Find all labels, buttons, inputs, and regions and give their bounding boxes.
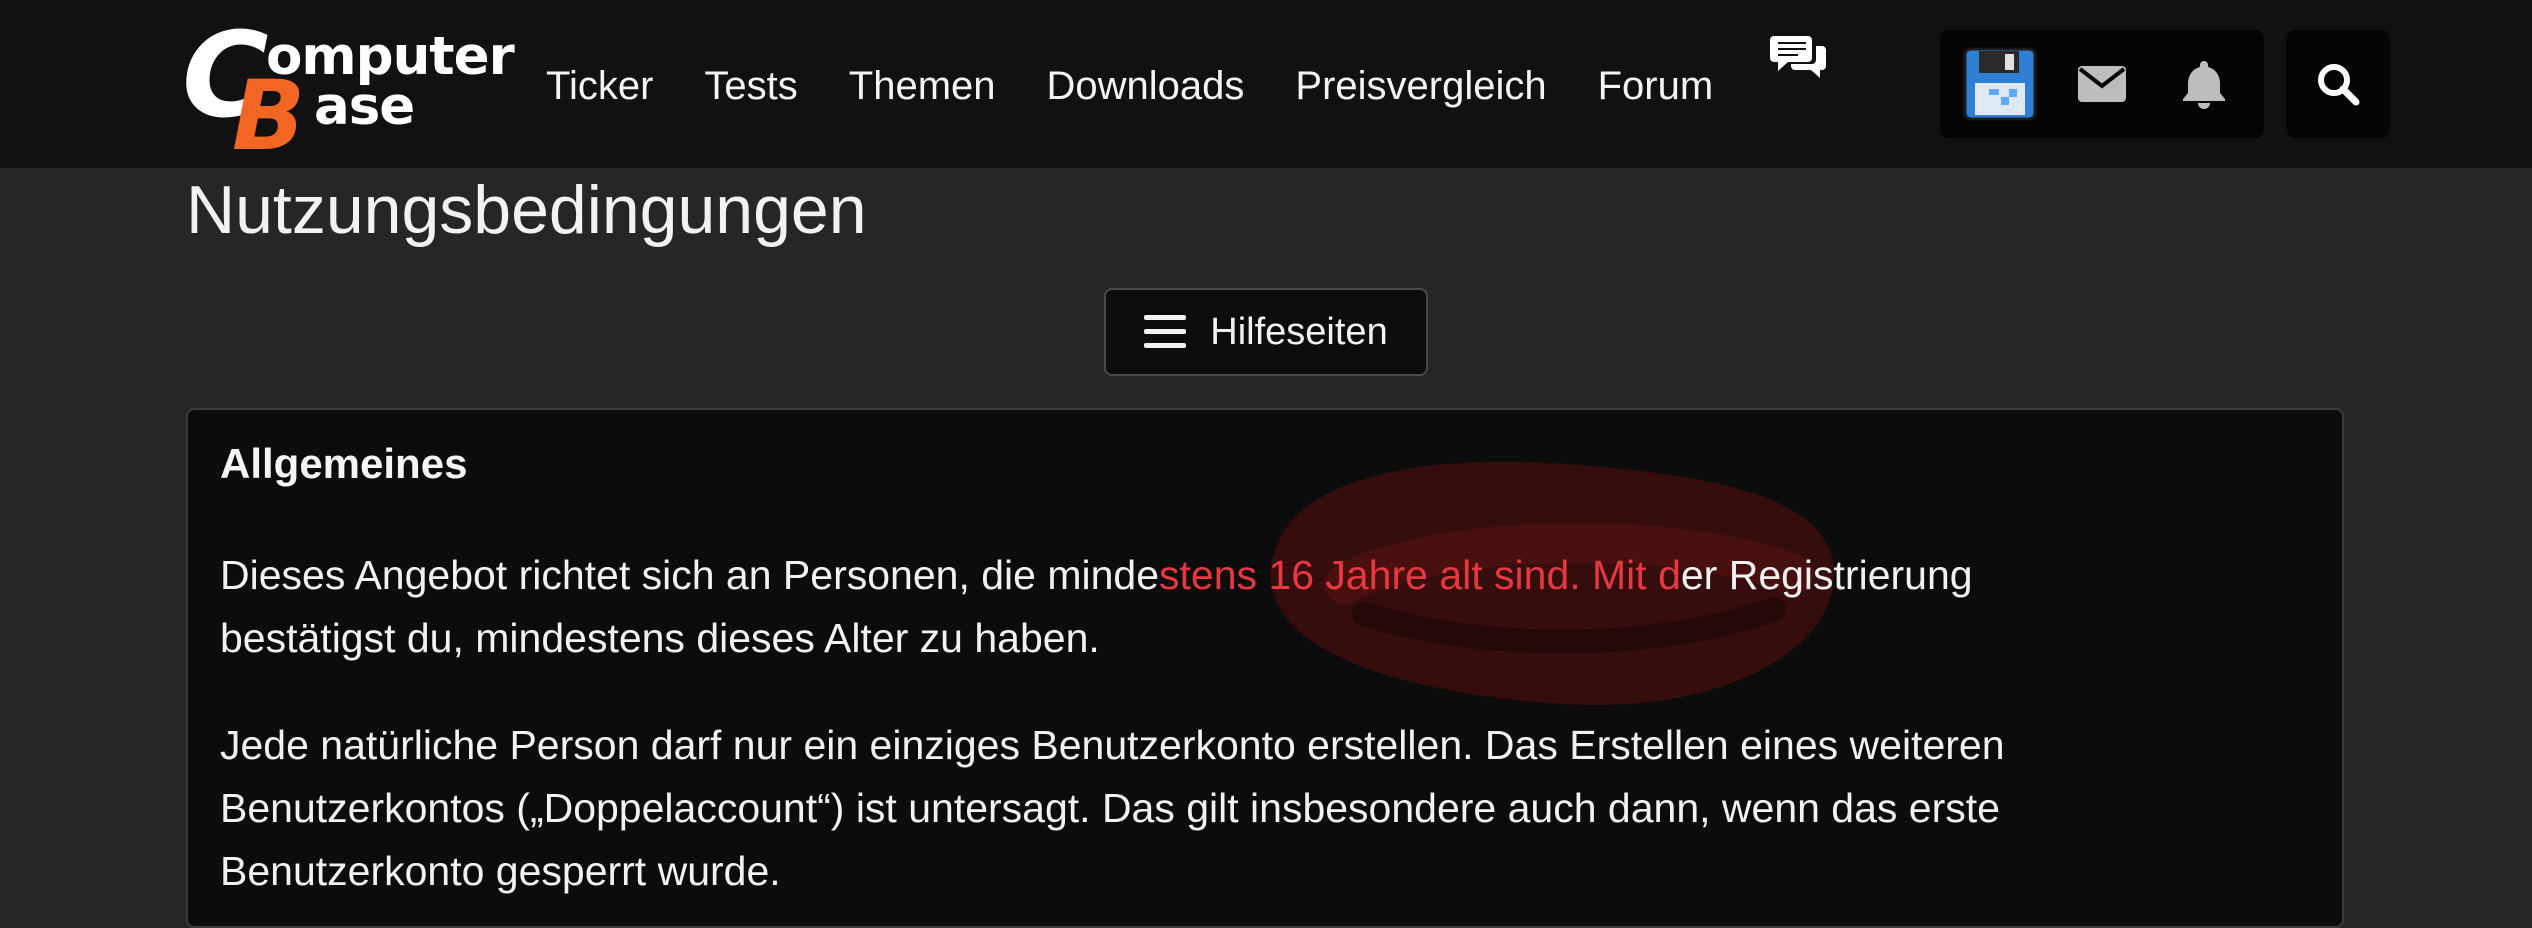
paragraph-line: Jede natürliche Person darf nur ein einz… xyxy=(220,722,2005,768)
nav-item-preisvergleich[interactable]: Preisvergleich xyxy=(1295,56,1546,116)
paragraph-single-account: Jede natürliche Person darf nur ein einz… xyxy=(220,714,2320,903)
computerbase-logo[interactable]: C omputer B ase xyxy=(182,16,515,164)
user-tools xyxy=(1940,30,2264,138)
paragraph-line: Benutzerkonto gesperrt wurde. xyxy=(220,848,781,894)
section-title-allgemeines: Allgemeines xyxy=(220,440,468,487)
text-segment: Dieses Angebot richtet sich an Personen,… xyxy=(220,552,1159,598)
paragraph-age-requirement: Dieses Angebot richtet sich an Personen,… xyxy=(220,544,2320,670)
hamburger-menu-icon xyxy=(1144,313,1187,351)
text-segment: er Registrierung xyxy=(1680,552,1973,598)
paragraph-line: bestätigst du, mindestens dieses Alter z… xyxy=(220,615,1100,661)
main-nav: Ticker Tests Themen Downloads Preisvergl… xyxy=(546,56,1764,116)
nav-item-ticker[interactable]: Ticker xyxy=(546,56,653,116)
search-button[interactable] xyxy=(2286,30,2390,138)
nav-item-forum[interactable]: Forum xyxy=(1598,56,1714,116)
terms-section: Allgemeines Dieses Angebot richtet sich … xyxy=(186,408,2344,928)
mail-icon[interactable] xyxy=(2052,30,2152,138)
bell-icon[interactable] xyxy=(2154,30,2254,138)
paragraph-line: Benutzerkontos („Doppelaccount“) ist unt… xyxy=(220,785,2000,831)
logo-letter-b: B xyxy=(232,60,305,172)
paragraph-line: Dieses Angebot richtet sich an Personen,… xyxy=(220,544,2320,607)
highlighted-text: stens 16 Jahre alt sind. Mit d xyxy=(1159,552,1681,598)
help-pages-label: Hilfeseiten xyxy=(1210,310,1388,353)
site-header: C omputer B ase Ticker Tests Themen Down… xyxy=(0,0,2532,168)
forum-chat-icon[interactable] xyxy=(1770,32,1828,84)
nav-item-tests[interactable]: Tests xyxy=(704,56,797,116)
help-pages-button[interactable]: Hilfeseiten xyxy=(1104,288,1428,376)
logo-text-ase: ase xyxy=(314,76,415,137)
search-icon xyxy=(2316,62,2360,106)
floppy-save-icon[interactable] xyxy=(1950,30,2050,138)
nav-item-downloads[interactable]: Downloads xyxy=(1047,56,1245,116)
page-title: Nutzungsbedingungen xyxy=(186,172,867,248)
nav-item-themen[interactable]: Themen xyxy=(849,56,996,116)
